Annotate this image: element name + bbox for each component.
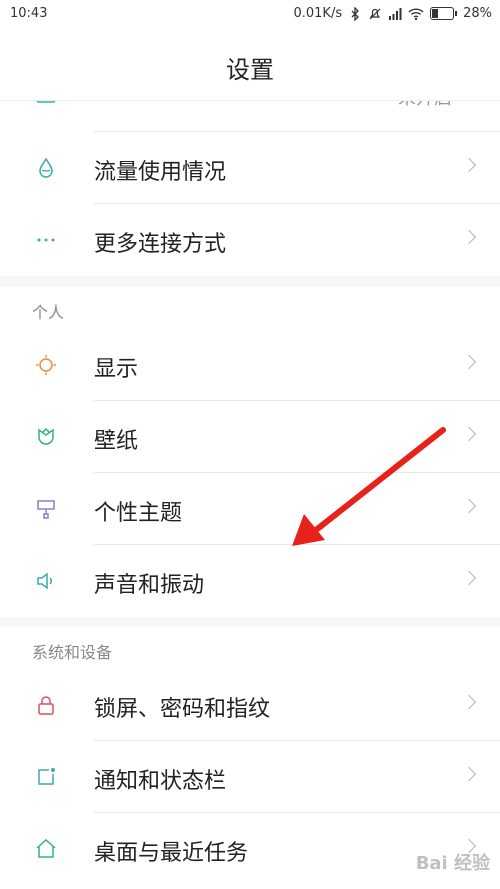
- chevron-right-icon: [461, 694, 477, 710]
- settings-row-label: 桌面与最近任务: [94, 841, 249, 866]
- battery-icon: [430, 7, 458, 20]
- personal-group: 显示 壁纸 个性主题 声音和振动: [0, 329, 500, 617]
- lock-icon: [38, 696, 54, 715]
- chevron-right-icon: [461, 570, 477, 586]
- chevron-right-icon: [461, 426, 477, 442]
- settings-row-label: 声音和振动: [94, 573, 205, 598]
- page-title-overlay: 设置: [226, 56, 274, 84]
- baidu-watermark: Bai 经验: [415, 853, 490, 874]
- chevron-right-icon: [461, 229, 477, 245]
- paint-roller-icon: [37, 500, 55, 519]
- settings-row-sound[interactable]: 声音和振动: [0, 545, 500, 617]
- settings-row-label: 流量使用情况: [94, 160, 227, 185]
- chevron-right-icon: [461, 498, 477, 514]
- settings-row-data-usage[interactable]: 流量使用情况: [0, 132, 500, 204]
- settings-row-label: 显示: [94, 357, 139, 382]
- sun-icon: [36, 355, 56, 375]
- battery-percent: 28%: [463, 6, 492, 21]
- settings-row-wallpaper[interactable]: 壁纸: [0, 401, 500, 473]
- settings-row-label: 通知和状态栏: [94, 769, 227, 794]
- settings-row-display[interactable]: 显示: [0, 329, 500, 401]
- signal-icon: [389, 7, 402, 20]
- settings-row-label: 更多连接方式: [94, 232, 227, 257]
- section-title: 系统和设备: [32, 643, 113, 662]
- wifi-icon: [408, 7, 424, 20]
- settings-row-notifications[interactable]: 通知和状态栏: [0, 741, 500, 813]
- chevron-right-icon: [461, 157, 477, 173]
- speaker-icon: [37, 572, 53, 590]
- tulip-icon: [38, 427, 54, 445]
- chevron-right-icon: [461, 766, 477, 782]
- status-right: 0.01K/s 28%: [293, 6, 492, 21]
- settings-row-label: 锁屏、密码和指纹: [94, 697, 271, 722]
- status-bar: 10:43 0.01K/s 28%: [0, 0, 500, 30]
- notification-icon: [38, 768, 55, 785]
- status-time: 10:43: [10, 6, 48, 21]
- home-icon: [36, 838, 56, 858]
- chevron-right-icon: [461, 354, 477, 370]
- settings-row-label: 个性主题: [94, 501, 183, 526]
- header-overlay: 设置: [0, 30, 500, 101]
- settings-row-label: 壁纸: [94, 429, 139, 454]
- settings-row-theme[interactable]: 个性主题: [0, 473, 500, 545]
- bluetooth-icon: [351, 6, 360, 21]
- section-title: 个人: [32, 303, 65, 322]
- settings-row-lockscreen[interactable]: 锁屏、密码和指纹: [0, 669, 500, 741]
- network-speed: 0.01K/s: [293, 6, 343, 21]
- settings-row-more-connections[interactable]: 更多连接方式: [0, 204, 500, 276]
- mute-icon: [369, 8, 381, 19]
- water-drop-icon: [39, 157, 53, 178]
- more-dots-icon: [37, 238, 55, 242]
